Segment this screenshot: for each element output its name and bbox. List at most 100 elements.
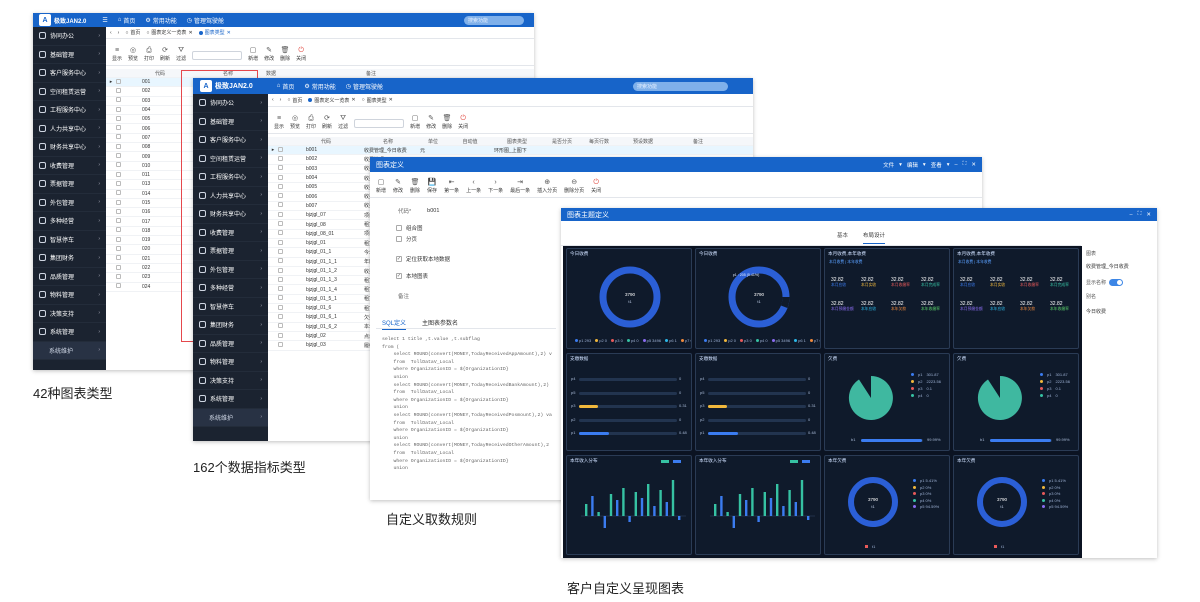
tab-params[interactable]: 主图表参数名 (422, 318, 458, 327)
row-checkbox[interactable] (278, 165, 283, 171)
tab-back-icon[interactable]: ‹ (110, 30, 112, 36)
code-value[interactable]: b001 (427, 208, 439, 214)
dashboard-panel[interactable]: 本年收入分布 (695, 455, 821, 555)
row-checkbox[interactable] (116, 87, 121, 93)
sidebar-item[interactable]: 系统管理 › (193, 390, 268, 409)
toolbar-button[interactable]: 🗑 删除 (442, 115, 452, 130)
toolbar-button[interactable]: ◎ 预览 (290, 115, 300, 130)
table-row[interactable]: ▸ b001 收费管理_今日收费 元 环形图_上图下 (268, 146, 753, 156)
side-value-alias[interactable]: 今日收费 (1086, 308, 1106, 315)
tab-home[interactable]: ○ 首页 (125, 29, 140, 37)
tab-sql[interactable]: SQL定义 (382, 318, 407, 330)
row-checkbox[interactable] (116, 199, 121, 205)
dashboard-panel[interactable]: 本月收费,本年收费 本月收费 | 本年收费 32.82 本月应收 32.82 本月实收 32… (824, 248, 950, 349)
tab-home-2[interactable]: ○ 首页 (287, 97, 302, 104)
minimize-icon-2[interactable]: – (1129, 212, 1132, 218)
toolbar-button[interactable]: ⛛ 过滤 (338, 115, 348, 130)
row-checkbox[interactable] (278, 239, 283, 245)
dashboard-panel[interactable]: 欠费 p1 301.87 p2 2223.56 p3 0.1 p4 0 b1 99.99% (824, 353, 950, 451)
dashboard-panel[interactable]: 本年欠费 3790 t1 p1 5.41% p2 0% p3 0% p4 0% p5 94.5… (824, 455, 950, 555)
toolbar-button[interactable]: ⎙ 打印 (144, 47, 154, 62)
sidebar-item[interactable]: 收费管理 › (193, 224, 268, 242)
row-checkbox[interactable] (278, 221, 283, 227)
toolbar-button[interactable]: ▢ 新增 (248, 47, 258, 62)
menu-toggle-icon[interactable]: ☰ (102, 17, 107, 24)
row-checkbox[interactable] (278, 323, 283, 329)
sidebar-item[interactable]: 外包管理 › (193, 261, 268, 279)
tab-forward-icon-2[interactable]: › (280, 97, 282, 103)
toolbar-button[interactable]: › 下一条 (488, 179, 503, 194)
row-checkbox[interactable] (116, 180, 121, 186)
row-checkbox[interactable] (116, 245, 121, 251)
sidebar-item[interactable]: 决策支持 › (193, 372, 268, 390)
row-checkbox[interactable] (116, 134, 121, 140)
row-checkbox[interactable] (278, 286, 283, 292)
tab-layout[interactable]: 布局设计 (863, 231, 886, 244)
sidebar-item[interactable]: 多种经营 › (193, 279, 268, 298)
row-checkbox[interactable] (278, 193, 283, 199)
toolbar-button[interactable]: ✎ 修改 (264, 47, 274, 62)
row-checkbox[interactable] (116, 78, 121, 84)
toolbar-button[interactable]: ⊖ 删除分页 (564, 179, 584, 194)
toolbar-search-input[interactable] (192, 51, 243, 60)
sidebar-item[interactable]: 票据管理 › (33, 175, 106, 194)
toolbar-button[interactable]: ⏻ 关闭 (458, 115, 468, 130)
dashboard-panel[interactable]: 今日收费 3790 t1 p1 293 p2 0 p3 0 p4 0 p5 3496 p6 1p… (566, 248, 692, 349)
dashboard-panel[interactable]: 本月收费,本年收费 本月收费 | 本年收费 32.82 本月应收 32.82 本月实收 32… (953, 248, 1079, 349)
dashboard-panel[interactable]: 欠费 p1 301.87 p2 2223.56 p3 0.1 p4 0 b1 99.99% (953, 353, 1079, 451)
row-checkbox[interactable] (278, 146, 283, 152)
row-checkbox[interactable] (116, 255, 121, 261)
row-checkbox[interactable] (278, 332, 283, 338)
dashboard-panel[interactable]: 本年欠费 3790 t1 p1 5.41% p2 0% p3 0% p4 0% p5 94.5… (953, 455, 1079, 555)
row-checkbox[interactable] (116, 115, 121, 121)
sidebar-item[interactable]: 客户服务中心 › (33, 64, 106, 83)
toolbar-search-input[interactable] (354, 119, 405, 128)
sidebar-item[interactable]: 品质管理 › (193, 335, 268, 353)
toolbar-button[interactable]: ✎ 修改 (426, 115, 436, 130)
toolbar-button[interactable]: ⎙ 打印 (306, 115, 316, 130)
row-checkbox[interactable] (116, 106, 121, 112)
toolbar-button[interactable]: 🗑 删除 (410, 179, 420, 194)
nav-common[interactable]: ⚙ 常用功能 (145, 16, 176, 25)
dashboard-panel[interactable]: 支缴数据 p4 0 p5 0 p3 0.31 p2 0 p1 0.48 (566, 353, 692, 451)
check-paging[interactable]: 分页 (396, 235, 417, 243)
maximize-icon[interactable]: ⛶ (963, 161, 967, 168)
row-checkbox[interactable] (278, 155, 283, 161)
dashboard-panel[interactable]: 支缴数据 p4 0 p5 0 p3 0.31 p2 0 p1 0.48 (695, 353, 821, 451)
toolbar-button[interactable]: ✎ 修改 (393, 179, 403, 194)
check-local-data[interactable]: ✓ 定位获取本地数据 (396, 255, 450, 263)
row-checkbox[interactable] (116, 283, 121, 289)
sidebar-item[interactable]: 物料管理 › (33, 286, 106, 305)
toolbar-button[interactable]: 💾 保存 (427, 179, 437, 194)
search-input[interactable]: 搜索功能 (464, 15, 524, 25)
sidebar-item[interactable]: 集团财务 › (33, 249, 106, 268)
sidebar-item[interactable]: 工程服务中心 › (193, 168, 268, 187)
row-checkbox[interactable] (278, 248, 283, 254)
side-value-chart[interactable]: 收费管理_今日收费 (1086, 263, 1129, 270)
dashboard-panel[interactable]: 今日收费 p1 : 205 (5.41%) 3790 t1 p1 293 p2 0 p3 0… (695, 248, 821, 349)
menu-view[interactable]: 查看 (931, 161, 942, 169)
sidebar-item[interactable]: 决策支持 › (33, 305, 106, 323)
close-icon-2[interactable]: ✕ (1146, 212, 1151, 218)
nav-common-2[interactable]: ⚙ 常用功能 (304, 82, 335, 91)
sidebar-item[interactable]: 智慧停车 › (33, 231, 106, 249)
row-checkbox[interactable] (278, 258, 283, 264)
tab-basic[interactable]: 基本 (837, 231, 848, 239)
toolbar-button[interactable]: ⟳ 刷新 (160, 47, 170, 62)
sidebar-item[interactable]: 人力共享中心 › (193, 187, 268, 205)
sidebar-item[interactable]: 收费管理 › (33, 157, 106, 175)
nav-home[interactable]: ⌂ 首页 (118, 16, 136, 25)
row-checkbox[interactable] (278, 211, 283, 217)
row-checkbox[interactable] (278, 313, 283, 319)
menu-edit[interactable]: 编辑 (907, 161, 918, 169)
toolbar-button[interactable]: ▢ 新增 (376, 179, 386, 194)
sidebar-item[interactable]: 多种经营 › (33, 212, 106, 231)
row-checkbox[interactable] (278, 341, 283, 347)
row-checkbox[interactable] (116, 264, 121, 270)
row-checkbox[interactable] (116, 208, 121, 214)
sidebar-item[interactable]: 空间租赁运营 › (33, 83, 106, 101)
row-checkbox[interactable] (116, 236, 121, 242)
row-checkbox[interactable] (116, 171, 121, 177)
toolbar-button[interactable]: ⟳ 刷新 (322, 115, 332, 130)
checkbox[interactable] (396, 236, 402, 242)
